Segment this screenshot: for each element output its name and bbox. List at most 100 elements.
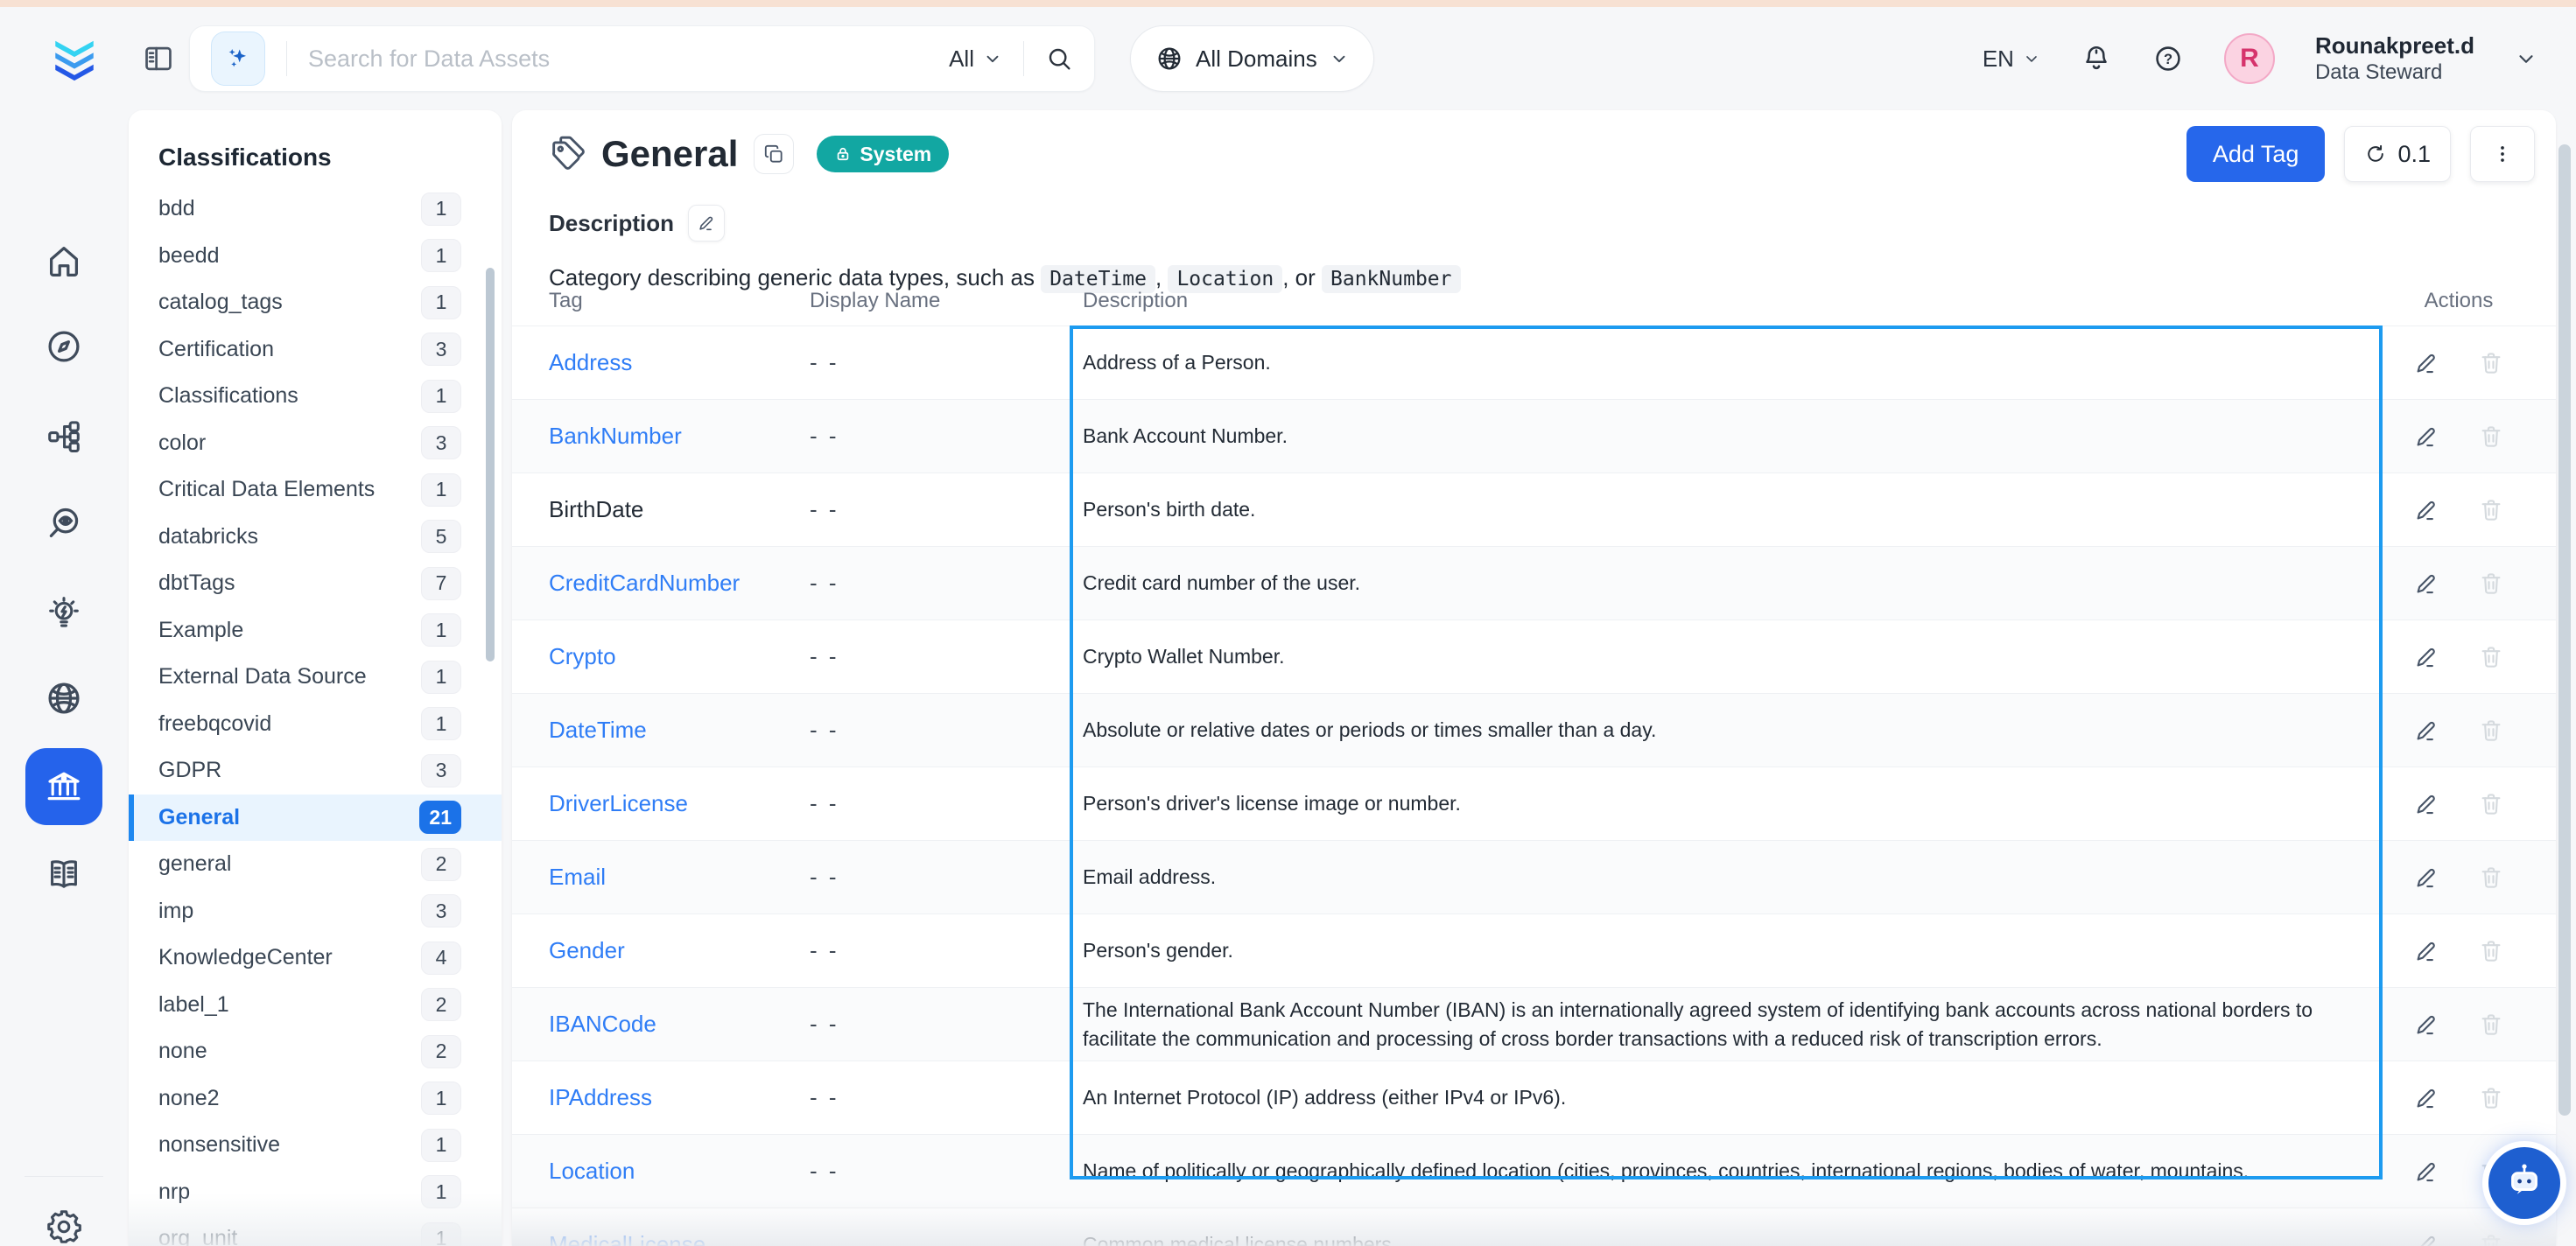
tag-link[interactable]: BirthDate	[549, 496, 810, 523]
trash-icon[interactable]	[2478, 1232, 2504, 1246]
pencil-icon[interactable]	[2413, 864, 2439, 891]
chevron-down-icon[interactable]	[2515, 47, 2537, 70]
classification-item[interactable]: Example 1	[129, 607, 502, 654]
avatar[interactable]: R	[2224, 33, 2275, 84]
search-eye-icon[interactable]	[44, 504, 84, 544]
page-scrollbar[interactable]	[2558, 144, 2571, 1116]
chatbot-icon[interactable]	[2488, 1147, 2560, 1219]
tag-link[interactable]: Gender	[549, 937, 810, 964]
tag-link[interactable]: DateTime	[549, 717, 810, 744]
classification-item[interactable]: dbtTags 7	[129, 560, 502, 607]
classification-item[interactable]: nrp 1	[129, 1169, 502, 1216]
panel-toggle-icon[interactable]	[142, 42, 175, 75]
copy-icon[interactable]	[754, 134, 794, 174]
classification-item[interactable]: KnowledgeCenter 4	[129, 934, 502, 982]
compass-icon[interactable]	[44, 326, 84, 367]
classification-item[interactable]: Critical Data Elements 1	[129, 466, 502, 514]
table-row[interactable]: BirthDate - - Person's birth date.	[512, 472, 2556, 546]
classification-item[interactable]: databricks 5	[129, 514, 502, 561]
domains-dropdown[interactable]: All Domains	[1130, 25, 1374, 92]
help-icon[interactable]: ?	[2152, 43, 2184, 74]
classification-item[interactable]: Classifications 1	[129, 373, 502, 420]
classification-item[interactable]: freebqcovid 1	[129, 701, 502, 748]
classification-item[interactable]: org_unit 1	[129, 1215, 502, 1246]
table-row[interactable]: BankNumber - - Bank Account Number.	[512, 399, 2556, 472]
classification-item[interactable]: imp 3	[129, 888, 502, 935]
search-input[interactable]	[308, 46, 949, 73]
trash-icon[interactable]	[2478, 644, 2504, 670]
classification-item[interactable]: nonsensitive 1	[129, 1122, 502, 1169]
trash-icon[interactable]	[2478, 570, 2504, 597]
gear-icon[interactable]	[44, 1207, 84, 1246]
user-info[interactable]: Rounakpreet.d Data Steward	[2315, 32, 2474, 87]
search-bar[interactable]: All	[189, 25, 1095, 92]
classification-item[interactable]: External Data Source 1	[129, 654, 502, 701]
table-row[interactable]: Location - - Name of politically or geog…	[512, 1134, 2556, 1208]
trash-icon[interactable]	[2478, 1085, 2504, 1111]
tag-link[interactable]: IBANCode	[549, 1011, 810, 1038]
table-row[interactable]: DateTime - - Absolute or relative dates …	[512, 693, 2556, 766]
pencil-icon[interactable]	[2413, 938, 2439, 964]
trash-icon[interactable]	[2478, 1012, 2504, 1038]
add-tag-button[interactable]: Add Tag	[2186, 126, 2326, 182]
tag-link[interactable]: Crypto	[549, 643, 810, 670]
atlan-layers-logo[interactable]	[49, 31, 100, 87]
tag-link[interactable]: CreditCardNumber	[549, 570, 810, 597]
pencil-icon[interactable]	[2413, 497, 2439, 523]
ai-sparkle-icon[interactable]	[211, 32, 265, 86]
classification-item[interactable]: bdd 1	[129, 186, 502, 233]
tag-link[interactable]: Email	[549, 864, 810, 891]
trash-icon[interactable]	[2478, 497, 2504, 523]
classification-item[interactable]: none 2	[129, 1028, 502, 1075]
pencil-icon[interactable]	[2413, 1085, 2439, 1111]
tag-link[interactable]: IPAddress	[549, 1084, 810, 1111]
workflow-icon[interactable]	[44, 416, 84, 457]
tag-link[interactable]: Address	[549, 349, 810, 376]
pencil-icon[interactable]	[2413, 791, 2439, 817]
bank-icon[interactable]	[25, 748, 102, 825]
search-scope-dropdown[interactable]: All	[949, 46, 1002, 73]
table-row[interactable]: Email - - Email address.	[512, 840, 2556, 914]
tag-link[interactable]: BankNumber	[549, 423, 810, 450]
pencil-icon[interactable]	[2413, 1158, 2439, 1185]
trash-icon[interactable]	[2478, 424, 2504, 450]
tag-link[interactable]: DriverLicense	[549, 790, 810, 817]
classification-item[interactable]: catalog_tags 1	[129, 279, 502, 326]
table-row[interactable]: Crypto - - Crypto Wallet Number.	[512, 620, 2556, 693]
classification-item[interactable]: none2 1	[129, 1075, 502, 1123]
pencil-icon[interactable]	[2413, 1232, 2439, 1246]
trash-icon[interactable]	[2478, 350, 2504, 376]
tag-link[interactable]: Location	[549, 1158, 810, 1185]
globe-icon[interactable]	[44, 678, 84, 718]
classification-item[interactable]: General 21	[129, 794, 502, 842]
pencil-icon[interactable]	[2413, 350, 2439, 376]
table-row[interactable]: IBANCode - - The International Bank Acco…	[512, 987, 2556, 1060]
table-row[interactable]: IPAddress - - An Internet Protocol (IP) …	[512, 1060, 2556, 1134]
classification-item[interactable]: beedd 1	[129, 233, 502, 280]
pencil-icon[interactable]	[2413, 718, 2439, 744]
table-row[interactable]: Gender - - Person's gender.	[512, 914, 2556, 987]
table-row[interactable]: CreditCardNumber - - Credit card number …	[512, 546, 2556, 620]
panel-scrollbar[interactable]	[486, 268, 495, 662]
home-icon[interactable]	[44, 242, 84, 282]
book-icon[interactable]	[44, 854, 84, 894]
table-row[interactable]: Address - - Address of a Person.	[512, 326, 2556, 399]
version-button[interactable]: 0.1	[2344, 126, 2451, 182]
pencil-icon[interactable]	[2413, 644, 2439, 670]
classification-item[interactable]: color 3	[129, 420, 502, 467]
classification-item[interactable]: GDPR 3	[129, 747, 502, 794]
classification-item[interactable]: Certification 3	[129, 326, 502, 374]
pencil-icon[interactable]	[2413, 424, 2439, 450]
language-dropdown[interactable]: EN	[1983, 46, 2040, 73]
magnifier-icon[interactable]	[1045, 45, 1073, 73]
kebab-menu-icon[interactable]	[2470, 126, 2535, 182]
classification-item[interactable]: label_1 2	[129, 982, 502, 1029]
table-row[interactable]: DriverLicense - - Person's driver's lice…	[512, 766, 2556, 840]
pencil-icon[interactable]	[2413, 1012, 2439, 1038]
trash-icon[interactable]	[2478, 864, 2504, 891]
trash-icon[interactable]	[2478, 791, 2504, 817]
bell-icon[interactable]	[2081, 43, 2112, 74]
trash-icon[interactable]	[2478, 718, 2504, 744]
pencil-icon[interactable]	[688, 205, 725, 242]
tag-link[interactable]: MedicalLicense	[549, 1231, 810, 1246]
